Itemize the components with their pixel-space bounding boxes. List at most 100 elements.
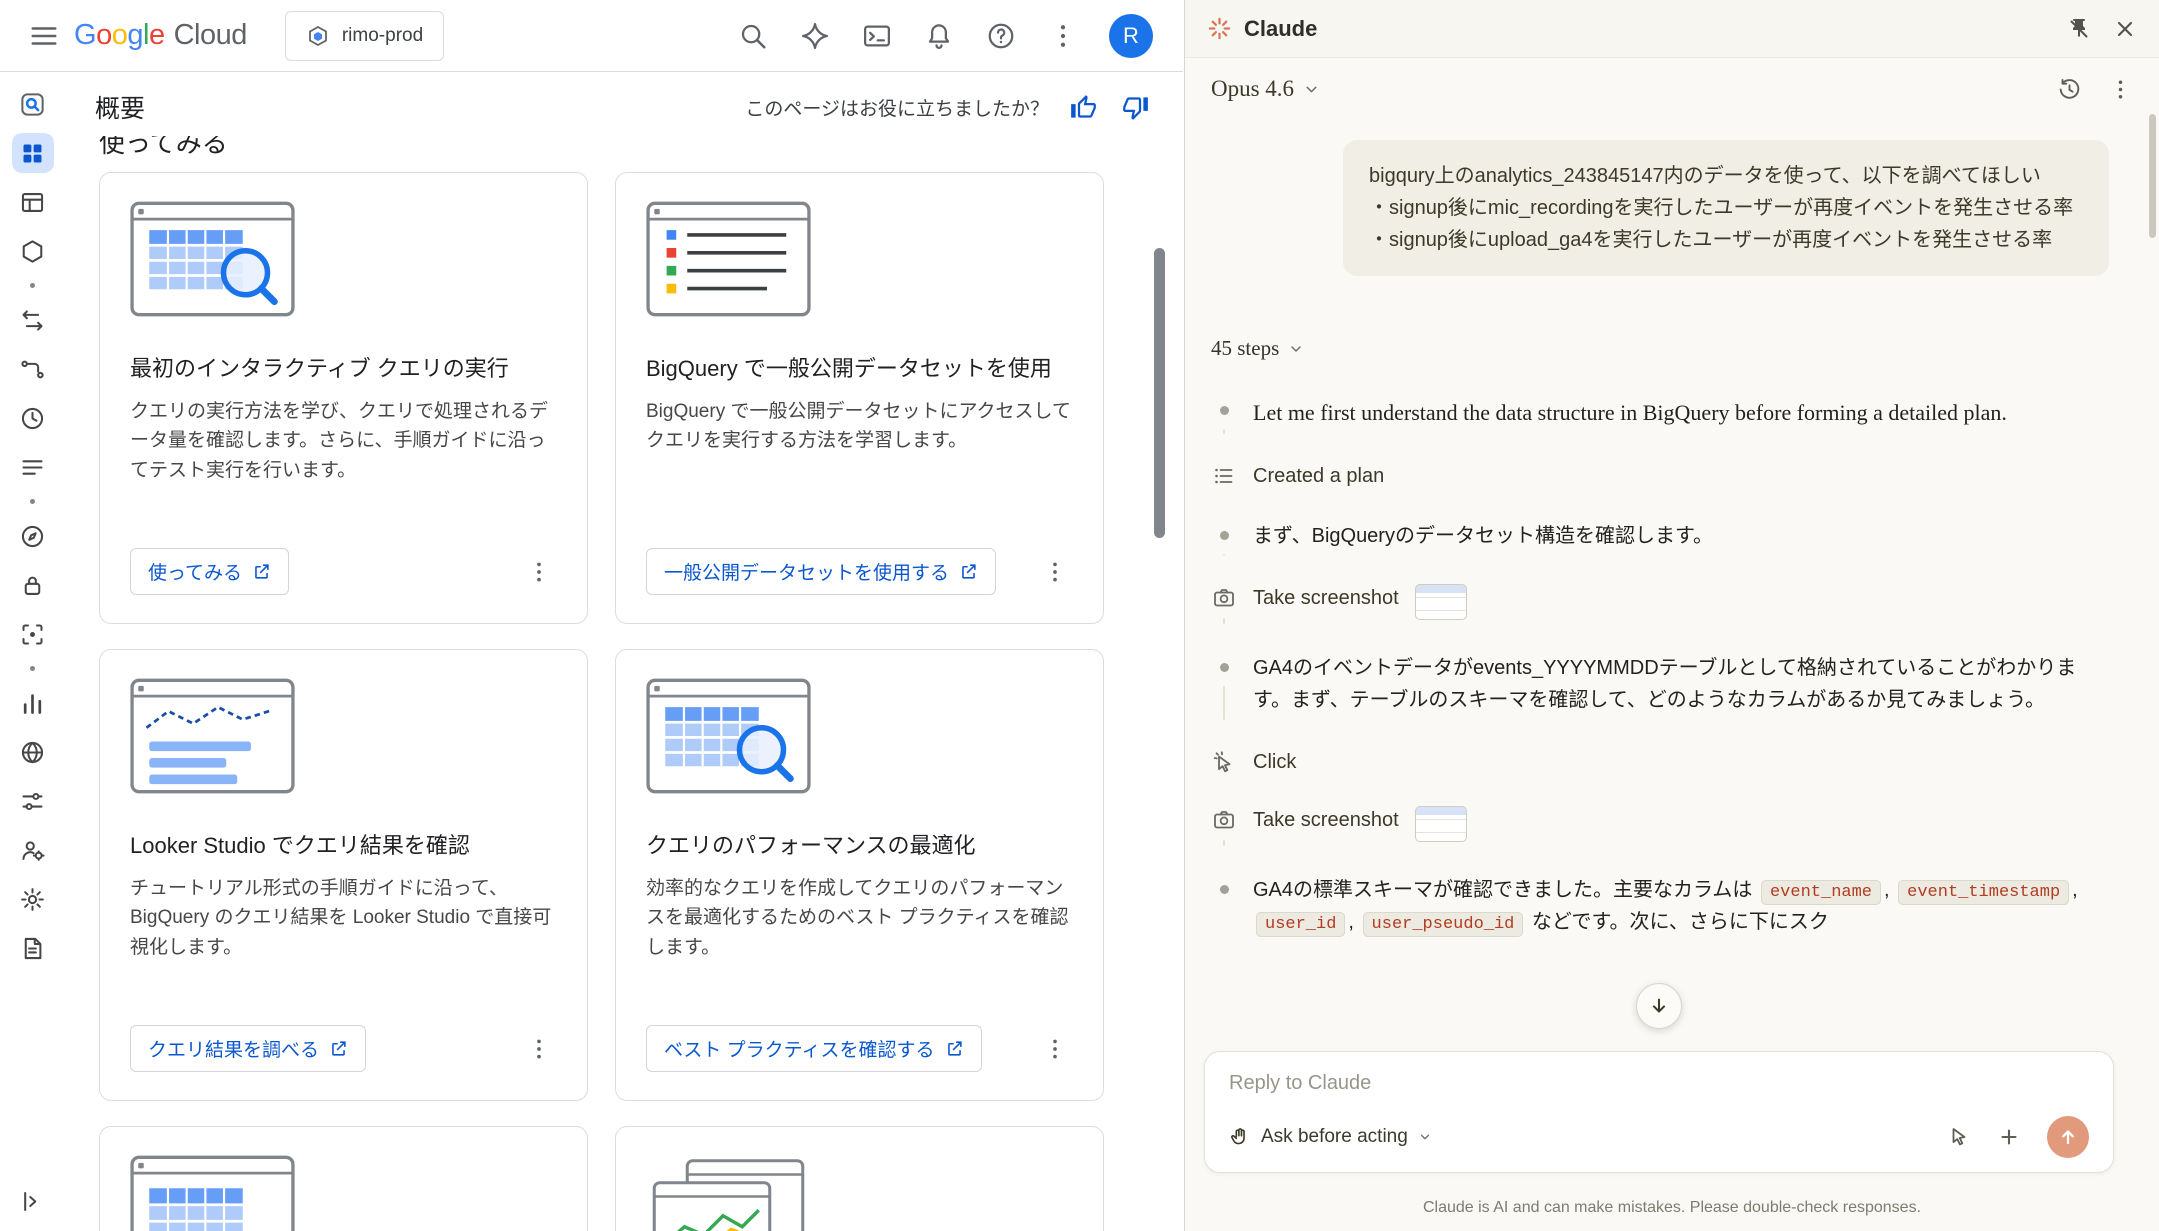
history-icon: [2057, 77, 2082, 102]
step-action-label: Take screenshot: [1253, 809, 1399, 832]
card-description: チュートリアル形式の手順ガイドに沿って、BigQuery のクエリ結果を Loo…: [130, 874, 557, 962]
gemini-button[interactable]: [795, 16, 835, 56]
step-action-label: Take screenshot: [1253, 587, 1399, 610]
panel-scrollbar-thumb[interactable]: [2149, 114, 2156, 238]
flow-icon[interactable]: [12, 349, 54, 389]
menu-button[interactable]: [24, 16, 64, 56]
globe-icon[interactable]: [12, 732, 54, 772]
step-bullet-icon: [1220, 531, 1229, 540]
card-action-button[interactable]: ベスト プラクティスを確認する: [646, 1025, 982, 1072]
console-scrollbar-thumb[interactable]: [1154, 248, 1165, 538]
unpin-button[interactable]: [2067, 17, 2091, 41]
search-button[interactable]: [733, 16, 773, 56]
rail-dot-separator: [30, 283, 35, 288]
camera-icon: [1212, 808, 1236, 832]
send-button[interactable]: [2047, 1116, 2089, 1158]
attach-button[interactable]: [1997, 1125, 2021, 1149]
cloud-shell-button[interactable]: [857, 16, 897, 56]
page-header: 概要 このページはお役に立ちましたか？: [65, 72, 1183, 136]
screenshot-thumbnail[interactable]: [1415, 806, 1467, 842]
project-selector[interactable]: rimo-prod: [285, 11, 444, 61]
step-row: まず、BigQueryのデータセット構造を確認します。: [1211, 520, 2123, 584]
model-name: Opus 4.6: [1211, 76, 1294, 102]
external-link-icon: [329, 1039, 348, 1058]
step-gutter: [1211, 874, 1237, 938]
help-icon: [986, 21, 1016, 51]
gear-icon[interactable]: [12, 879, 54, 919]
card-illustration: [646, 201, 811, 317]
feedback-bar: このページはお役に立ちましたか？: [745, 89, 1153, 125]
plan-icon: [1212, 464, 1236, 488]
step-bullet-icon: [1220, 663, 1229, 672]
user-avatar[interactable]: R: [1109, 14, 1153, 58]
card-illustration: [130, 678, 295, 794]
model-selector[interactable]: Opus 4.6: [1211, 76, 1320, 102]
card-action-button[interactable]: 一般公開データセットを使用する: [646, 548, 996, 595]
tutorial-card: BigQuery で一般公開データセットを使用BigQuery で一般公開データ…: [615, 172, 1104, 624]
card-action-button[interactable]: 使ってみる: [130, 548, 289, 595]
user-message: bigqury上のanalytics_243845147内のデータを使って、以下…: [1343, 140, 2109, 276]
card-more-menu-button[interactable]: [1037, 554, 1073, 590]
card-title: クエリのパフォーマンスの最適化: [646, 828, 1073, 860]
card-more-menu-button[interactable]: [521, 554, 557, 590]
conversation-options-button[interactable]: [2108, 77, 2133, 102]
card-illustration: [130, 201, 295, 317]
reply-input[interactable]: Reply to Claude: [1229, 1072, 2089, 1095]
help-button[interactable]: [981, 16, 1021, 56]
sliders-icon[interactable]: [12, 781, 54, 821]
history-button[interactable]: [2057, 77, 2082, 102]
card-description: BigQuery で一般公開データセットにアクセスしてクエリを実行する方法を学習…: [646, 397, 1073, 456]
more-vert-icon: [1042, 1036, 1068, 1062]
tutorial-card: 最初のインタラクティブ クエリの実行クエリの実行方法を学び、クエリで処理されるデ…: [99, 172, 588, 624]
compass-icon[interactable]: [12, 516, 54, 556]
document-icon[interactable]: [12, 928, 54, 968]
magnifier-square-icon[interactable]: [12, 84, 54, 124]
card-footer: 一般公開データセットを使用する: [646, 548, 1073, 595]
menu-icon: [29, 21, 59, 51]
card-more-menu-button[interactable]: [521, 1031, 557, 1067]
more-vert-icon: [1048, 21, 1078, 51]
click-icon: [1212, 750, 1236, 774]
card-action-button[interactable]: クエリ結果を調べる: [130, 1025, 366, 1072]
bar-chart-icon[interactable]: [12, 683, 54, 723]
more-vert-icon: [526, 1036, 552, 1062]
scroll-to-bottom-button[interactable]: [1636, 983, 1682, 1029]
thumb-down-button[interactable]: [1117, 89, 1153, 125]
grid-icon[interactable]: [12, 133, 54, 173]
section-title-clipped: 使ってみる: [65, 136, 1183, 160]
table-icon[interactable]: [12, 182, 54, 222]
clock-icon[interactable]: [12, 398, 54, 438]
more-options-button[interactable]: [1043, 16, 1083, 56]
reply-right-actions: [1947, 1116, 2089, 1158]
reply-controls: Ask before acting: [1229, 1116, 2089, 1158]
steps-toggle[interactable]: 45 steps: [1211, 336, 1304, 361]
expand-panel-icon[interactable]: [12, 1181, 54, 1221]
gemini-sparkle-icon: [800, 21, 830, 51]
card-button-label: 一般公開データセットを使用する: [664, 558, 949, 585]
card-footer: 使ってみる: [130, 548, 557, 595]
pin-off-icon: [2067, 17, 2091, 41]
step-body: Let me first understand the data structu…: [1253, 395, 2123, 430]
card-more-menu-button[interactable]: [1037, 1031, 1073, 1067]
close-panel-button[interactable]: [2113, 17, 2137, 41]
google-logo-text: Google: [74, 19, 165, 52]
screenshot-thumbnail[interactable]: [1415, 584, 1467, 620]
left-rail: [0, 72, 65, 1231]
code-chip: user_pseudo_id: [1363, 912, 1524, 937]
swap-arrows-icon[interactable]: [12, 300, 54, 340]
layers-icon[interactable]: [12, 447, 54, 487]
card-description: 効率的なクエリを作成してクエリのパフォーマンスを最適化するためのベスト プラクテ…: [646, 874, 1073, 962]
take-control-button[interactable]: [1947, 1125, 1971, 1149]
step-body: Click: [1253, 748, 2123, 774]
frame-icon[interactable]: [12, 614, 54, 654]
lock-icon[interactable]: [12, 565, 54, 605]
permission-mode-selector[interactable]: Ask before acting: [1229, 1126, 1432, 1148]
user-gear-icon[interactable]: [12, 830, 54, 870]
thumb-up-button[interactable]: [1065, 89, 1101, 125]
notifications-button[interactable]: [919, 16, 959, 56]
panel-header-actions: [2067, 17, 2137, 41]
cards-grid: 最初のインタラクティブ クエリの実行クエリの実行方法を学び、クエリで処理されるデ…: [99, 172, 1183, 1231]
thumb-up-icon: [1070, 94, 1097, 121]
step-body: GA4のイベントデータがevents_YYYYMMDDテーブルとして格納されてい…: [1253, 652, 2123, 716]
hexagon-icon[interactable]: [12, 231, 54, 271]
